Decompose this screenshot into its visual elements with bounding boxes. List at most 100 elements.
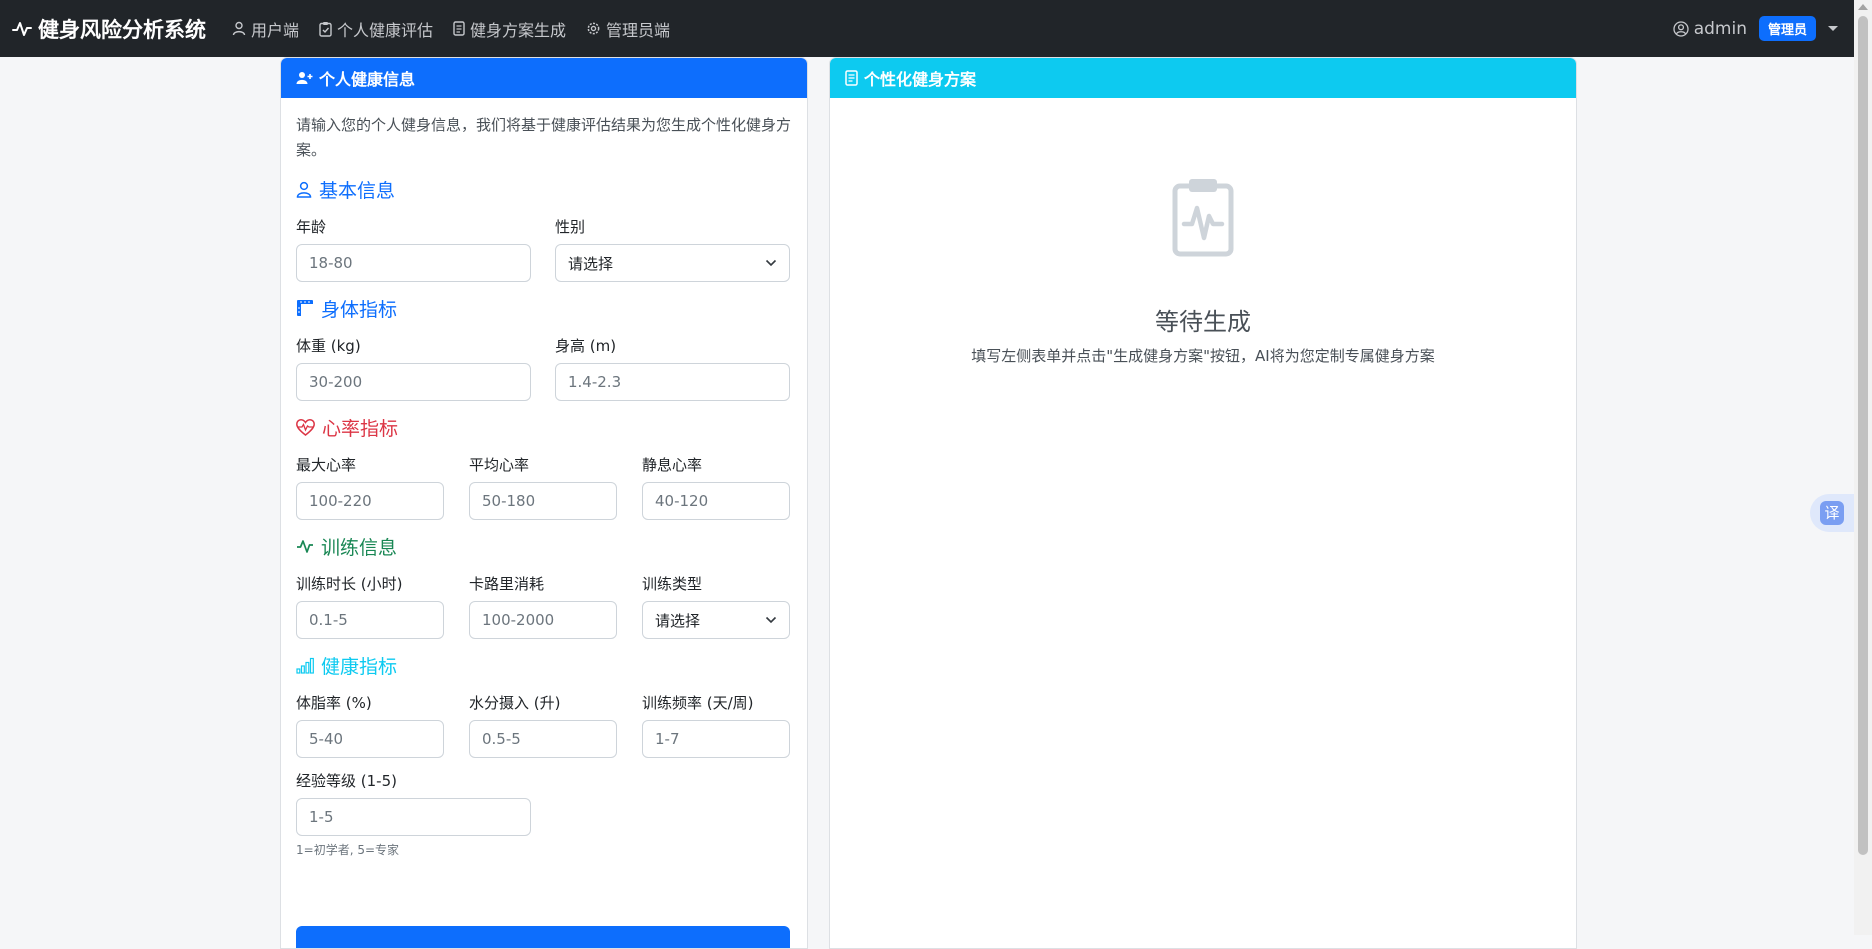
plan-result-area: 等待生成 填写左侧表单并点击"生成健身方案"按钮，AI将为您定制专属健身方案: [830, 178, 1576, 366]
top-navbar: 健身风险分析系统 用户端 个人健康评估 健身方案生成 管理员端 admin 管理…: [0, 0, 1854, 57]
section-training-info: 训练信息: [296, 531, 792, 561]
section-basic-info: 基本信息: [296, 174, 792, 204]
chevron-down-icon: [765, 616, 777, 624]
nav-user-portal[interactable]: 用户端: [232, 17, 299, 41]
height-field-group: 身高 (m): [555, 335, 790, 401]
scrollbar-thumb[interactable]: [1858, 16, 1868, 855]
chevron-down-icon[interactable]: [1828, 26, 1838, 31]
chevron-down-icon: [765, 259, 777, 267]
translate-button[interactable]: 译: [1810, 494, 1854, 532]
person-circle-icon: [1673, 20, 1689, 37]
brand[interactable]: 健身风险分析系统: [12, 14, 206, 44]
clipboard-icon: [319, 21, 332, 37]
nav-link-label: 健身方案生成: [470, 20, 567, 40]
training-type-label: 训练类型: [642, 575, 703, 593]
weight-input[interactable]: [296, 363, 531, 401]
nav-link-label: 个人健康评估: [337, 20, 434, 40]
empty-state-description: 填写左侧表单并点击"生成健身方案"按钮，AI将为您定制专属健身方案: [971, 347, 1435, 365]
experience-input[interactable]: [296, 798, 531, 836]
card-title: 个人健康信息: [319, 70, 416, 89]
training-type-value: 请选择: [655, 611, 701, 630]
health-form: 请输入您的个人健身信息，我们将基于健康评估结果为您生成个性化健身方案。 基本信息…: [281, 113, 807, 858]
calories-input[interactable]: [469, 601, 617, 639]
ruler-icon: [297, 300, 313, 316]
section-title-text: 健康指标: [321, 655, 398, 678]
page-scrollbar[interactable]: [1854, 0, 1872, 935]
section-title-text: 身体指标: [321, 298, 398, 321]
card-header: 个人健康信息: [281, 58, 807, 98]
card-header: 个性化健身方案: [830, 58, 1576, 98]
avg-hr-field-group: 平均心率: [469, 454, 617, 520]
empty-state-title: 等待生成: [1155, 308, 1251, 336]
height-input[interactable]: [555, 363, 790, 401]
avg-hr-label: 平均心率: [469, 456, 530, 474]
experience-hint: 1=初学者, 5=专家: [296, 843, 400, 857]
nav-link-label: 管理员端: [606, 20, 671, 40]
form-intro: 请输入您的个人健身信息，我们将基于健康评估结果为您生成个性化健身方案。: [296, 116, 792, 159]
frequency-field-group: 训练频率 (天/周): [642, 692, 790, 758]
fitness-plan-card: 个性化健身方案 等待生成 填写左侧表单并点击"生成健身方案"按钮，AI将为您定制…: [829, 57, 1577, 949]
max-hr-input[interactable]: [296, 482, 444, 520]
experience-row: 经验等级 (1-5) 1=初学者, 5=专家: [296, 770, 792, 858]
basic-info-row: 年龄 性别 请选择: [296, 216, 792, 282]
experience-label: 经验等级 (1-5): [296, 772, 397, 790]
person-icon: [232, 21, 246, 36]
role-badge: 管理员: [1758, 16, 1816, 41]
body-fat-field-group: 体脂率 (%): [296, 692, 444, 758]
user-menu: admin 管理员: [1673, 0, 1838, 57]
nav-admin-portal[interactable]: 管理员端: [586, 17, 670, 41]
training-type-select[interactable]: 请选择: [642, 601, 790, 639]
training-info-row: 训练时长 (小时) 卡路里消耗 训练类型 请选择: [296, 573, 792, 639]
age-input[interactable]: [296, 244, 531, 282]
bar-chart-icon: [296, 657, 314, 674]
section-title-text: 基本信息: [319, 179, 396, 202]
calories-label: 卡路里消耗: [469, 575, 545, 593]
body-metrics-row: 体重 (kg) 身高 (m): [296, 335, 792, 401]
age-field-group: 年龄: [296, 216, 531, 282]
water-label: 水分摄入 (升): [469, 694, 561, 712]
age-label: 年龄: [296, 218, 327, 236]
rest-hr-label: 静息心率: [642, 456, 703, 474]
section-heart-rate: 心率指标: [296, 412, 792, 442]
body-fat-label: 体脂率 (%): [296, 694, 372, 712]
experience-field-group: 经验等级 (1-5) 1=初学者, 5=专家: [296, 770, 531, 858]
duration-input[interactable]: [296, 601, 444, 639]
scroll-up-arrow-icon[interactable]: [1858, 4, 1868, 10]
rest-hr-field-group: 静息心率: [642, 454, 790, 520]
water-input[interactable]: [469, 720, 617, 758]
duration-field-group: 训练时长 (小时): [296, 573, 444, 639]
body-fat-input[interactable]: [296, 720, 444, 758]
heart-rate-row: 最大心率 平均心率 静息心率: [296, 454, 792, 520]
nav-plan-generation[interactable]: 健身方案生成: [453, 17, 566, 41]
person-plus-icon: [296, 72, 313, 84]
document-icon: [453, 21, 465, 36]
health-metrics-row: 体脂率 (%) 水分摄入 (升) 训练频率 (天/周): [296, 692, 792, 758]
frequency-label: 训练频率 (天/周): [642, 694, 754, 712]
empty-state: 等待生成 填写左侧表单并点击"生成健身方案"按钮，AI将为您定制专属健身方案: [845, 178, 1561, 366]
section-health-metrics: 健康指标: [296, 650, 792, 680]
card-title: 个性化健身方案: [864, 70, 977, 89]
weight-label: 体重 (kg): [296, 337, 361, 355]
avg-hr-input[interactable]: [469, 482, 617, 520]
training-type-field-group: 训练类型 请选择: [642, 573, 790, 639]
nav-health-assessment[interactable]: 个人健康评估: [319, 17, 433, 41]
gender-label: 性别: [555, 218, 586, 236]
rest-hr-input[interactable]: [642, 482, 790, 520]
gender-select[interactable]: 请选择: [555, 244, 790, 282]
brand-title: 健身风险分析系统: [38, 17, 206, 42]
translate-icon: 译: [1820, 501, 1844, 525]
height-label: 身高 (m): [555, 337, 617, 355]
section-title-text: 训练信息: [321, 536, 398, 559]
gender-select-value: 请选择: [568, 254, 614, 273]
heart-pulse-icon: [296, 418, 315, 436]
user-dropdown[interactable]: admin: [1673, 19, 1747, 39]
duration-label: 训练时长 (小时): [296, 575, 403, 593]
person-icon: [296, 181, 312, 198]
gender-field-group: 性别 请选择: [555, 216, 790, 282]
calories-field-group: 卡路里消耗: [469, 573, 617, 639]
max-hr-field-group: 最大心率: [296, 454, 444, 520]
weight-field-group: 体重 (kg): [296, 335, 531, 401]
frequency-input[interactable]: [642, 720, 790, 758]
generate-plan-button[interactable]: [296, 926, 790, 948]
document-icon: [845, 70, 858, 86]
